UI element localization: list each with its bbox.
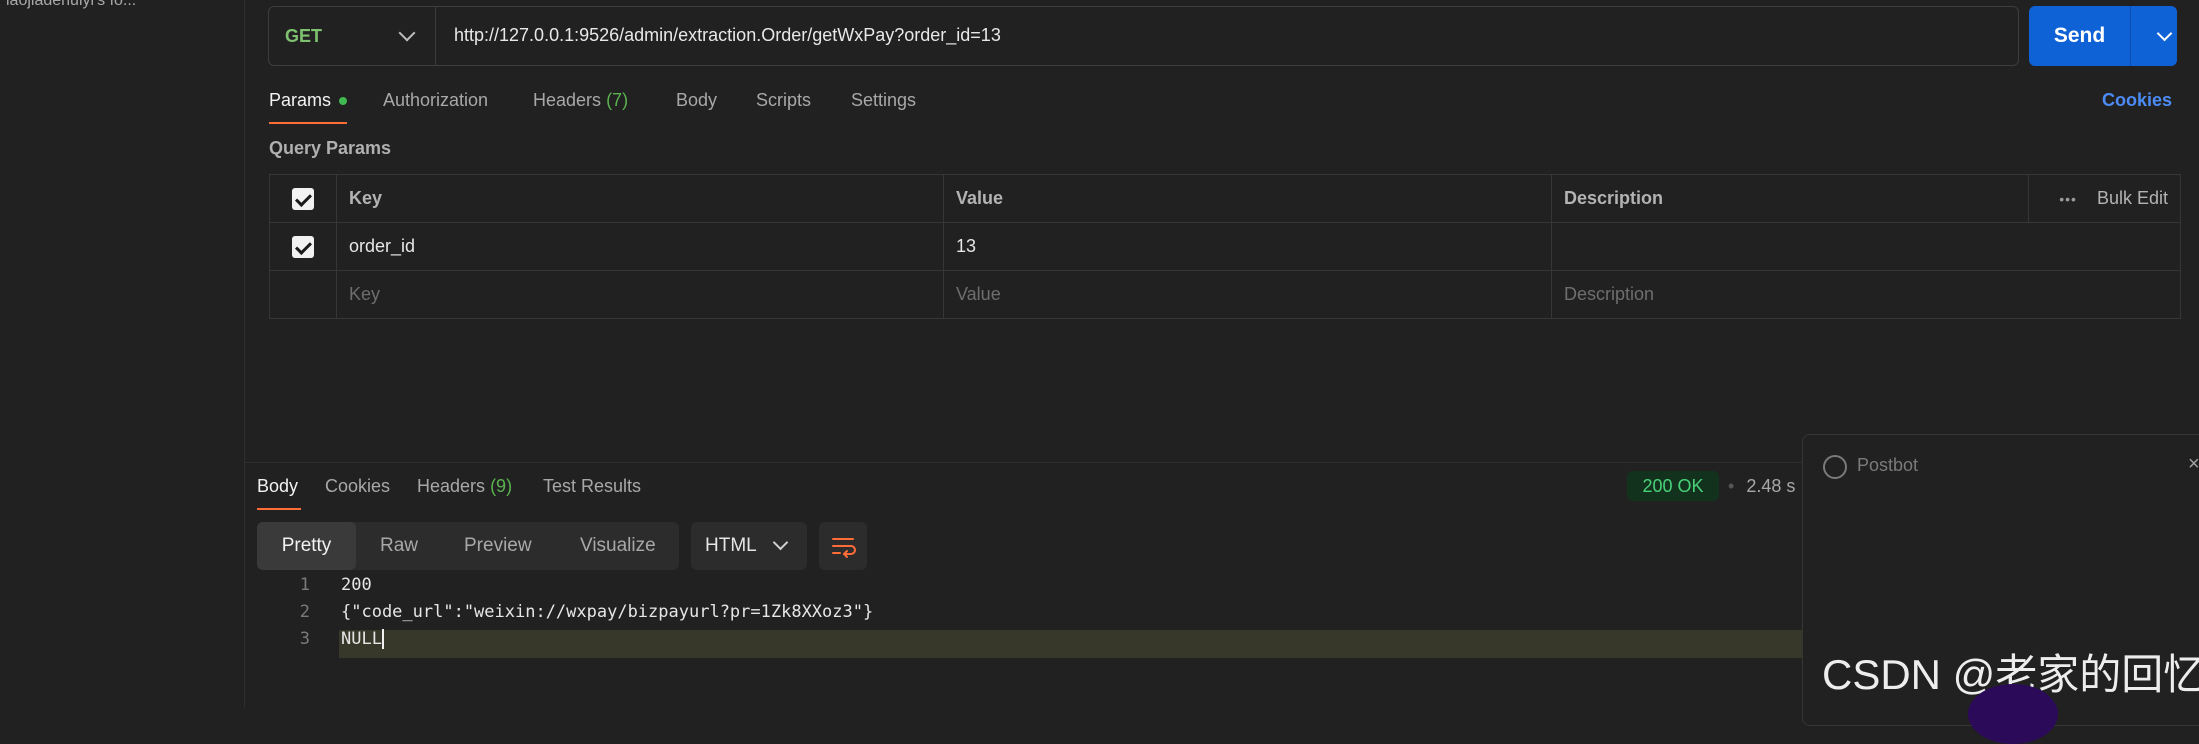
chevron-down-icon — [398, 24, 416, 42]
send-button[interactable]: Send — [2029, 6, 2177, 66]
tab-headers[interactable]: Headers (7) — [533, 90, 628, 111]
response-tab-cookies[interactable]: Cookies — [325, 476, 390, 497]
chevron-down-icon — [772, 534, 789, 551]
sidebar: laojiadehuiyi's fo... — [0, 0, 245, 708]
line-number: 2 — [299, 602, 310, 622]
active-tab-underline — [269, 122, 347, 124]
tab-params-label: Params — [269, 90, 332, 110]
tab-settings[interactable]: Settings — [851, 90, 916, 111]
col-value: Value — [943, 174, 1552, 223]
tab-headers-count: (7) — [606, 90, 629, 110]
wrap-lines-icon — [832, 538, 856, 558]
postbot-avatar-icon[interactable] — [1968, 684, 2058, 744]
send-divider — [2130, 6, 2131, 66]
response-tab-headers[interactable]: Headers (9) — [417, 476, 512, 497]
checkbox-checked-icon[interactable] — [292, 235, 314, 258]
response-tab-test-results[interactable]: Test Results — [543, 476, 641, 497]
mode-raw[interactable]: Raw — [380, 522, 418, 570]
line-number: 1 — [299, 575, 310, 595]
bulk-edit-cell: ••• Bulk Edit — [2028, 174, 2181, 223]
code-line: 200 — [341, 575, 372, 595]
response-tab-underline — [257, 508, 301, 510]
tab-authorization[interactable]: Authorization — [383, 90, 488, 111]
format-label: HTML — [705, 535, 757, 556]
text-caret — [381, 629, 384, 649]
sidebar-collection-item[interactable]: laojiadehuiyi's fo... — [6, 0, 136, 10]
send-options-chevron-icon[interactable] — [2156, 25, 2173, 42]
cookies-link[interactable]: Cookies — [2102, 90, 2172, 111]
params-table: Key Value Description ••• Bulk Edit order… — [269, 174, 2181, 319]
tab-body[interactable]: Body — [676, 90, 717, 111]
col-description: Description — [1551, 174, 2029, 223]
param-value-input[interactable]: 13 — [943, 222, 1552, 271]
view-mode-group: Pretty Raw Preview Visualize — [257, 522, 679, 570]
response-time: • 2.48 s — [1728, 476, 1796, 496]
url-bar: GET http://127.0.0.1:9526/admin/extracti… — [268, 6, 2019, 66]
method-select[interactable]: GET — [269, 7, 436, 65]
postbot-icon — [1823, 455, 1847, 479]
empty-checkbox-cell — [269, 270, 337, 319]
more-options-icon[interactable]: ••• — [2059, 191, 2077, 207]
response-tab-body[interactable]: Body — [257, 476, 298, 497]
bulk-edit-button[interactable]: Bulk Edit — [2097, 188, 2168, 209]
close-icon[interactable]: × — [2188, 453, 2199, 476]
response-headers-label: Headers — [417, 476, 486, 496]
new-description-input[interactable]: Description — [1551, 270, 2181, 319]
response-time-value: 2.48 s — [1746, 476, 1796, 496]
current-line-highlight — [339, 630, 1802, 658]
row-checkbox-cell[interactable] — [269, 222, 337, 271]
select-all-cell[interactable] — [269, 174, 337, 223]
code-line-active: NULL — [341, 629, 384, 649]
url-input[interactable]: http://127.0.0.1:9526/admin/extraction.O… — [454, 25, 1001, 46]
table-row-empty: Key Value Description — [269, 270, 2181, 319]
params-active-dot — [339, 97, 348, 106]
col-key: Key — [336, 174, 944, 223]
method-label: GET — [285, 25, 323, 46]
mode-visualize[interactable]: Visualize — [580, 522, 656, 570]
checkbox-checked-icon[interactable] — [292, 187, 314, 210]
line-number: 3 — [299, 629, 310, 649]
table-row: order_id 13 — [269, 222, 2181, 271]
format-select[interactable]: HTML — [691, 522, 807, 570]
response-headers-count: (9) — [490, 476, 513, 496]
send-label: Send — [2053, 24, 2106, 47]
tab-scripts[interactable]: Scripts — [756, 90, 811, 111]
mode-pretty[interactable]: Pretty — [257, 522, 356, 570]
code-line-text: NULL — [341, 629, 382, 649]
tab-params[interactable]: Params — [269, 90, 348, 111]
tab-headers-label: Headers — [533, 90, 602, 110]
code-line: {"code_url":"weixin://wxpay/bizpayurl?pr… — [341, 602, 874, 622]
postbot-title: Postbot — [1857, 455, 1919, 475]
new-value-input[interactable]: Value — [943, 270, 1552, 319]
param-key-input[interactable]: order_id — [336, 222, 944, 271]
status-badge: 200 OK — [1627, 471, 1719, 501]
param-description-input[interactable] — [1551, 222, 2181, 271]
query-params-title: Query Params — [269, 138, 392, 158]
params-header-row: Key Value Description ••• Bulk Edit — [269, 174, 2181, 223]
mode-preview[interactable]: Preview — [464, 522, 532, 570]
wrap-lines-button[interactable] — [819, 522, 867, 570]
new-key-input[interactable]: Key — [336, 270, 944, 319]
